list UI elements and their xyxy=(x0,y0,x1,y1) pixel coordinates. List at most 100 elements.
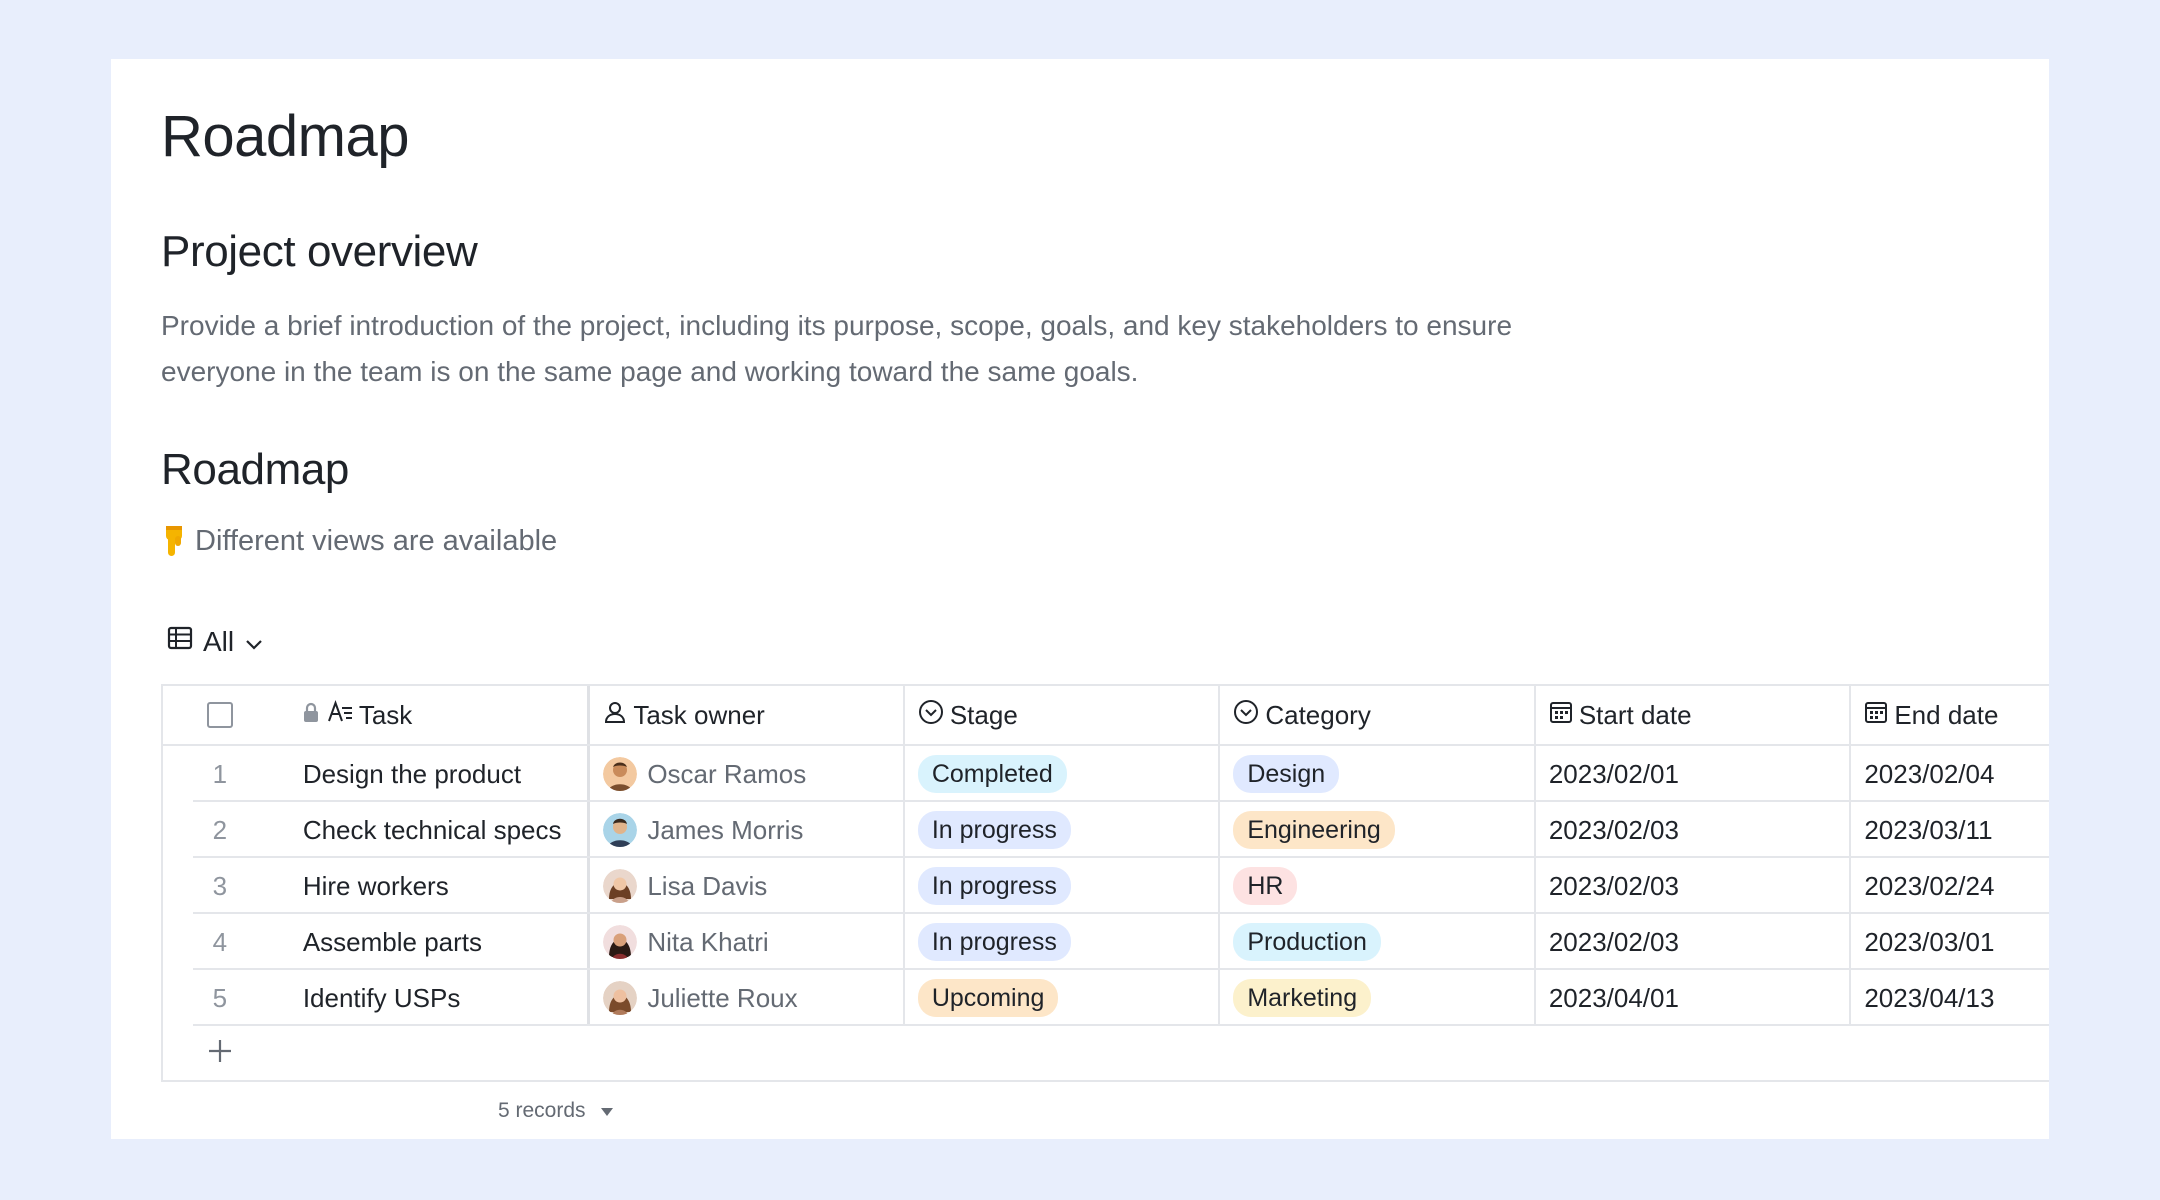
task-cell[interactable]: Hire workers xyxy=(277,858,591,914)
stage-cell[interactable]: Upcoming xyxy=(905,970,1221,1026)
row-number: 3 xyxy=(212,870,228,901)
owner-name: James Morris xyxy=(647,814,804,845)
task-cell[interactable]: Check technical specs xyxy=(277,802,591,858)
roadmap-table: Task Task owner Stage Category Start dat… xyxy=(161,684,2049,1082)
owner-cell[interactable]: Nita Khatri xyxy=(590,914,905,970)
records-count[interactable]: 5 records xyxy=(498,1099,614,1123)
owner-name: Oscar Ramos xyxy=(647,758,807,789)
start-date-cell[interactable]: 2023/02/03 xyxy=(1536,802,1852,858)
category-pill: HR xyxy=(1233,867,1298,905)
start-date-cell[interactable]: 2023/02/03 xyxy=(1536,858,1852,914)
lock-icon xyxy=(301,700,321,731)
stage-cell[interactable]: In progress xyxy=(905,914,1221,970)
owner-name: Juliette Roux xyxy=(647,982,798,1013)
caret-down-icon xyxy=(600,1099,614,1123)
category-pill: Engineering xyxy=(1233,811,1395,849)
calendar-icon xyxy=(1864,700,1888,731)
category-pill: Design xyxy=(1233,755,1340,793)
single-select-icon xyxy=(1233,699,1259,732)
stage-pill: Upcoming xyxy=(917,979,1059,1017)
table-row[interactable]: 3 Hire workers Lisa Davis In progress HR… xyxy=(163,858,2049,914)
grid-table-icon xyxy=(167,625,193,658)
avatar xyxy=(603,925,638,959)
views-hint: Different views are available xyxy=(161,524,557,558)
avatar xyxy=(603,813,638,847)
plus-icon xyxy=(207,1034,233,1073)
single-select-icon xyxy=(918,699,944,732)
row-number: 2 xyxy=(212,814,228,845)
column-label: End date xyxy=(1894,699,1999,730)
stage-cell[interactable]: In progress xyxy=(905,858,1221,914)
category-cell[interactable]: Production xyxy=(1220,914,1536,970)
owner-cell[interactable]: Juliette Roux xyxy=(590,970,905,1026)
table-row[interactable]: 2 Check technical specs James Morris In … xyxy=(163,802,2049,858)
end-date-cell[interactable]: 2023/03/11 xyxy=(1851,802,2049,858)
column-header-task[interactable]: Task xyxy=(277,686,591,744)
column-label: Stage xyxy=(949,699,1018,730)
text-field-icon xyxy=(327,699,353,731)
table-row[interactable]: 4 Assemble parts Nita Khatri In progress… xyxy=(163,914,2049,970)
row-number: 4 xyxy=(212,926,228,957)
category-cell[interactable]: Design xyxy=(1220,746,1536,802)
add-row-button[interactable] xyxy=(163,1026,277,1080)
chevron-down-icon xyxy=(244,626,264,658)
table-row[interactable]: 5 Identify USPs Juliette Roux Upcoming M… xyxy=(163,970,2049,1026)
add-row[interactable] xyxy=(163,1026,2049,1082)
column-label: Task xyxy=(358,699,413,730)
stage-pill: Completed xyxy=(917,755,1067,793)
start-date-cell[interactable]: 2023/02/03 xyxy=(1536,914,1852,970)
column-header-category[interactable]: Category xyxy=(1220,686,1536,744)
person-icon xyxy=(603,700,627,731)
stage-pill: In progress xyxy=(917,867,1071,905)
category-pill: Marketing xyxy=(1233,979,1372,1017)
column-header-stage[interactable]: Stage xyxy=(905,686,1221,744)
owner-cell[interactable]: Lisa Davis xyxy=(590,858,905,914)
end-date-cell[interactable]: 2023/03/01 xyxy=(1851,914,2049,970)
owner-name: Nita Khatri xyxy=(647,926,769,957)
stage-cell[interactable]: In progress xyxy=(905,802,1221,858)
column-label: Category xyxy=(1265,699,1371,730)
column-header-start-date[interactable]: Start date xyxy=(1536,686,1852,744)
view-label: All xyxy=(203,625,235,657)
owner-cell[interactable]: James Morris xyxy=(590,802,905,858)
category-cell[interactable]: HR xyxy=(1220,858,1536,914)
column-header-task-owner[interactable]: Task owner xyxy=(590,686,905,744)
category-cell[interactable]: Engineering xyxy=(1220,802,1536,858)
roadmap-heading: Roadmap xyxy=(161,445,349,494)
row-number: 5 xyxy=(212,982,228,1013)
task-cell[interactable]: Assemble parts xyxy=(277,914,591,970)
owner-name: Lisa Davis xyxy=(647,870,768,901)
pointing-down-hand-icon xyxy=(161,524,189,558)
avatar xyxy=(603,981,638,1015)
stage-cell[interactable]: Completed xyxy=(905,746,1221,802)
task-cell[interactable]: Design the product xyxy=(277,746,591,802)
select-all-checkbox[interactable] xyxy=(206,702,233,728)
end-date-cell[interactable]: 2023/04/13 xyxy=(1851,970,2049,1026)
column-label: Task owner xyxy=(633,699,765,730)
overview-heading: Project overview xyxy=(161,227,478,276)
calendar-icon xyxy=(1549,700,1573,731)
end-date-cell[interactable]: 2023/02/24 xyxy=(1851,858,2049,914)
document-card: Roadmap Project overview Provide a brief… xyxy=(111,59,2049,1139)
avatar xyxy=(603,757,638,791)
start-date-cell[interactable]: 2023/04/01 xyxy=(1536,970,1852,1026)
select-all-cell xyxy=(163,686,277,744)
stage-pill: In progress xyxy=(917,923,1071,961)
end-date-cell[interactable]: 2023/02/04 xyxy=(1851,746,2049,802)
view-selector[interactable]: All xyxy=(167,625,264,658)
records-label: 5 records xyxy=(498,1099,586,1122)
table-row[interactable]: 1 Design the product Oscar Ramos Complet… xyxy=(163,746,2049,802)
task-cell[interactable]: Identify USPs xyxy=(277,970,591,1026)
overview-paragraph: Provide a brief introduction of the proj… xyxy=(161,310,1513,387)
table-header-row: Task Task owner Stage Category Start dat… xyxy=(163,686,2049,746)
owner-cell[interactable]: Oscar Ramos xyxy=(590,746,905,802)
category-pill: Production xyxy=(1233,923,1381,961)
stage-pill: In progress xyxy=(917,811,1071,849)
category-cell[interactable]: Marketing xyxy=(1220,970,1536,1026)
page-title: Roadmap xyxy=(161,104,409,169)
row-number: 1 xyxy=(212,758,228,789)
column-label: Start date xyxy=(1578,699,1692,730)
column-header-end-date[interactable]: End date xyxy=(1851,686,2049,744)
views-hint-text: Different views are available xyxy=(195,524,558,557)
start-date-cell[interactable]: 2023/02/01 xyxy=(1536,746,1852,802)
